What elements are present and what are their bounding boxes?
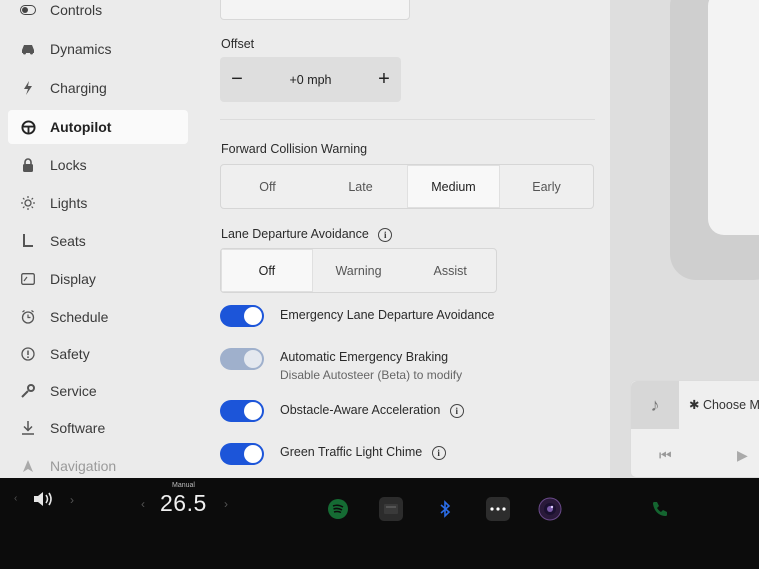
speed-caption: Manual (172, 482, 195, 489)
sidebar-item-label: Autopilot (50, 119, 112, 135)
green-light-chime-row: Green Traffic Light Chime i (280, 445, 446, 460)
aeb-label: Automatic Emergency Braking (280, 350, 449, 364)
wrench-icon (18, 384, 38, 398)
sidebar-item-label: Software (50, 420, 106, 436)
vehicle-visual-pane: ♪ ✱ Choose M ⏮ ▶ (610, 0, 759, 478)
sidebar-item-lights[interactable]: Lights (8, 186, 188, 220)
sidebar-item-label: Dynamics (50, 41, 112, 57)
sidebar-item-software[interactable]: Software (8, 411, 188, 445)
decrease-offset-button[interactable]: − (220, 68, 254, 91)
bolt-icon (18, 81, 38, 95)
display-icon (18, 273, 38, 285)
sidebar-item-label: Schedule (50, 309, 109, 325)
clock-icon (18, 310, 38, 324)
chevron-right-icon[interactable]: › (224, 497, 228, 511)
sidebar-item-label: Lights (50, 195, 88, 211)
volume-icon[interactable] (32, 490, 56, 513)
chevron-left-icon[interactable]: ‹ (141, 497, 145, 511)
lda-option-warning[interactable]: Warning (313, 249, 405, 292)
fcw-option-early[interactable]: Early (500, 165, 593, 208)
increase-offset-button[interactable]: + (367, 68, 401, 91)
obstacle-aware-label: Obstacle-Aware Acceleration (280, 403, 441, 417)
lock-icon (18, 158, 38, 172)
dashcam-icon[interactable] (379, 497, 403, 521)
lda-option-assist[interactable]: Assist (404, 249, 496, 292)
sun-icon (18, 196, 38, 210)
sidebar-item-autopilot[interactable]: Autopilot (8, 110, 188, 144)
download-icon (18, 421, 38, 435)
more-apps-icon[interactable] (486, 497, 510, 521)
previous-track-icon[interactable]: ⏮ (659, 447, 672, 464)
car-icon (18, 43, 38, 55)
sidebar-item-label: Locks (50, 157, 87, 173)
car-window (708, 0, 759, 235)
green-light-chime-label: Green Traffic Light Chime (280, 445, 423, 459)
fcw-option-late[interactable]: Late (314, 165, 407, 208)
sidebar-item-seats[interactable]: Seats (8, 224, 188, 258)
fcw-label: Forward Collision Warning (221, 142, 368, 156)
toggle-knob (244, 350, 262, 368)
aeb-sublabel: Disable Autosteer (Beta) to modify (280, 368, 463, 382)
sidebar-item-label: Navigation (50, 458, 117, 474)
sidebar-item-safety[interactable]: Safety (8, 337, 188, 371)
green-light-chime-toggle[interactable] (220, 443, 264, 465)
offset-stepper: − +0 mph + (220, 57, 401, 102)
toggle-icon (18, 5, 38, 15)
sidebar-item-label: Display (50, 271, 96, 287)
set-speed-value[interactable]: 26.5 (160, 490, 207, 517)
autopilot-settings-panel: Offset − +0 mph + Forward Collision Warn… (200, 0, 610, 478)
camera-app-icon[interactable] (538, 497, 562, 521)
choose-media-source[interactable]: ✱ Choose M (689, 397, 759, 412)
offset-value: +0 mph (289, 72, 332, 87)
speed-offset-mode-selector[interactable] (220, 0, 410, 20)
lda-label: Lane Departure Avoidance (221, 227, 369, 241)
phone-icon[interactable] (648, 497, 672, 521)
taskbar (0, 478, 759, 569)
sidebar-item-charging[interactable]: Charging (8, 71, 188, 105)
info-icon[interactable]: i (449, 403, 464, 418)
steering-wheel-icon (18, 119, 38, 135)
obstacle-aware-row: Obstacle-Aware Acceleration i (280, 403, 464, 418)
obstacle-aware-toggle[interactable] (220, 400, 264, 422)
sidebar-item-schedule[interactable]: Schedule (8, 300, 188, 334)
alert-circle-icon (18, 347, 38, 361)
lda-option-off[interactable]: Off (221, 249, 313, 292)
sidebar-item-label: Safety (50, 346, 90, 362)
seat-icon (18, 234, 38, 248)
info-icon[interactable]: i (378, 227, 393, 242)
emergency-lda-toggle[interactable] (220, 305, 264, 327)
spotify-icon[interactable] (326, 497, 350, 521)
toggle-knob (244, 445, 262, 463)
fcw-option-off[interactable]: Off (221, 165, 314, 208)
music-note-icon[interactable]: ♪ (631, 381, 679, 429)
sidebar-item-locks[interactable]: Locks (8, 148, 188, 182)
sidebar-item-dynamics[interactable]: Dynamics (8, 32, 188, 66)
play-icon[interactable]: ▶ (737, 447, 748, 464)
sidebar-item-label: Charging (50, 80, 107, 96)
sidebar-item-display[interactable]: Display (8, 262, 188, 296)
chevron-right-icon[interactable]: › (70, 493, 74, 507)
chevron-left-icon[interactable]: ‹ (14, 493, 17, 504)
settings-sidebar: Controls Dynamics Charging Autopilot Loc… (0, 0, 200, 478)
bluetooth-icon[interactable] (433, 497, 457, 521)
toggle-knob (244, 402, 262, 420)
fcw-option-medium[interactable]: Medium (407, 165, 500, 208)
fcw-selector: Off Late Medium Early (220, 164, 594, 209)
media-player-card: ♪ ✱ Choose M ⏮ ▶ (630, 380, 759, 478)
sidebar-item-controls[interactable]: Controls (8, 0, 188, 27)
toggle-knob (244, 307, 262, 325)
lda-label-row: Lane Departure Avoidance i (221, 227, 393, 242)
sidebar-item-label: Service (50, 383, 97, 399)
sidebar-item-service[interactable]: Service (8, 374, 188, 408)
lda-selector: Off Warning Assist (220, 248, 497, 293)
emergency-lda-label: Emergency Lane Departure Avoidance (280, 308, 495, 322)
aeb-toggle (220, 348, 264, 370)
divider (220, 119, 595, 120)
offset-label: Offset (221, 37, 255, 51)
sidebar-item-label: Controls (50, 2, 103, 18)
info-icon[interactable]: i (431, 445, 446, 460)
navigation-icon (18, 460, 38, 472)
sidebar-item-label: Seats (50, 233, 86, 249)
